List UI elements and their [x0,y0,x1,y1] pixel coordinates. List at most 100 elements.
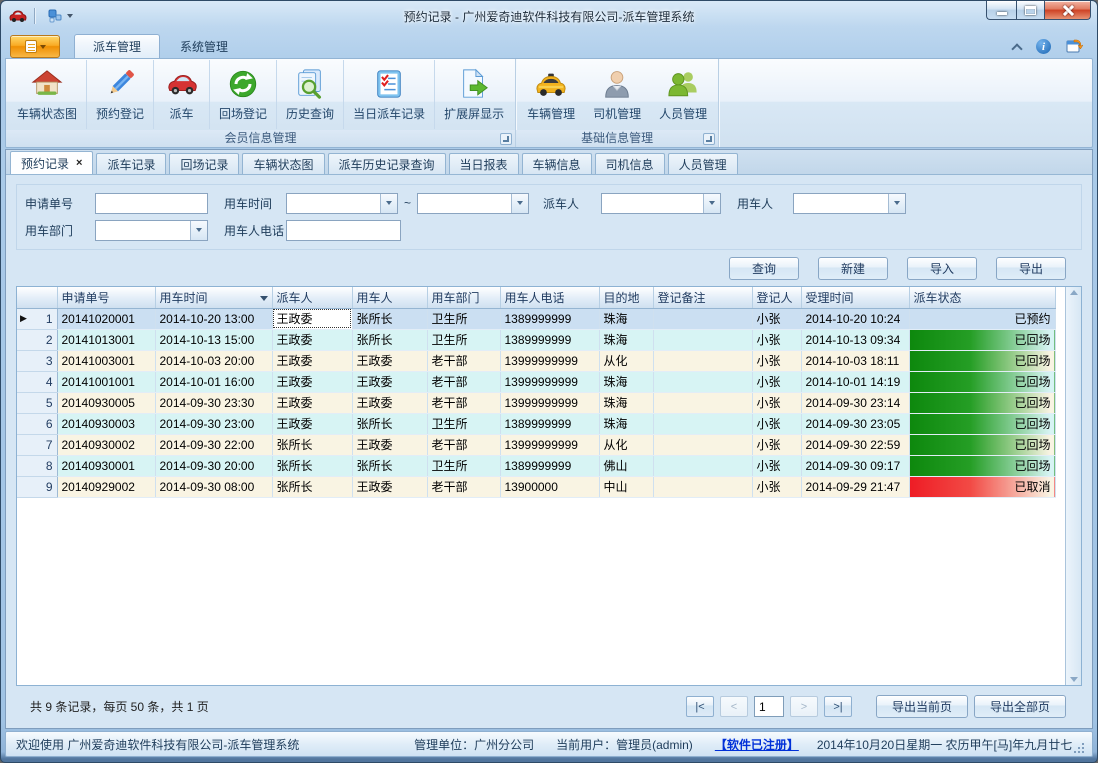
cell-phone[interactable]: 13999999999 [500,392,599,413]
column-header-remark[interactable]: 登记备注 [653,287,752,308]
query-button[interactable]: 查询 [729,257,799,280]
cell-destination[interactable]: 中山 [599,476,653,497]
cell-dispatcher[interactable]: 王政委 [272,413,352,434]
column-header-destination[interactable]: 目的地 [599,287,653,308]
cell-use_time[interactable]: 2014-09-30 22:00 [155,434,272,455]
cell-dispatcher[interactable]: 张所长 [272,455,352,476]
cell-use_time[interactable]: 2014-09-30 08:00 [155,476,272,497]
ribbon-button-red-car[interactable]: 派车 [153,60,209,129]
row-indicator-cell[interactable]: 6 [17,413,57,434]
application-menu-button[interactable] [10,35,60,58]
cell-order_no[interactable]: 20140930005 [57,392,155,413]
table-row[interactable]: ▶1201410200012014-10-20 13:00王政委张所长卫生所13… [17,308,1055,329]
cell-remark[interactable] [653,392,752,413]
dropdown-arrow-icon[interactable] [703,194,720,213]
cell-dept[interactable]: 老干部 [427,371,500,392]
cell-order_no[interactable]: 20140929002 [57,476,155,497]
cell-dept[interactable]: 卫生所 [427,455,500,476]
cell-dispatcher[interactable]: 王政委 [272,308,352,329]
resize-grip[interactable] [1072,742,1086,756]
next-page-button[interactable]: > [790,696,818,717]
cell-status[interactable]: 已回场 [909,413,1055,434]
column-header-dispatcher[interactable]: 派车人 [272,287,352,308]
table-row[interactable]: 8201409300012014-09-30 20:00张所长张所长卫生所138… [17,455,1055,476]
ribbon-button-taxi[interactable]: 车辆管理 [518,60,584,129]
license-registered-link[interactable]: 【软件已注册】 [715,736,799,753]
doc-tab-2[interactable]: 派车记录 [96,153,166,174]
export-button[interactable]: 导出 [996,257,1066,280]
row-indicator-cell[interactable]: 7 [17,434,57,455]
doc-tab-5[interactable]: 派车历史记录查询 [328,153,446,174]
column-header-registrar[interactable]: 登记人 [752,287,801,308]
dropdown-arrow-icon[interactable] [380,194,397,213]
cell-dept[interactable]: 老干部 [427,476,500,497]
cell-use_time[interactable]: 2014-10-20 13:00 [155,308,272,329]
column-header-dept[interactable]: 用车部门 [427,287,500,308]
doc-tab-6[interactable]: 当日报表 [449,153,519,174]
cell-destination[interactable]: 珠海 [599,392,653,413]
cell-order_no[interactable]: 20140930002 [57,434,155,455]
row-indicator-cell[interactable]: 3 [17,350,57,371]
doc-tab-9[interactable]: 人员管理 [668,153,738,174]
cell-status[interactable]: 已回场 [909,329,1055,350]
cell-passenger[interactable]: 张所长 [352,308,427,329]
cell-registrar[interactable]: 小张 [752,308,801,329]
cell-passenger[interactable]: 王政委 [352,476,427,497]
request-no-input[interactable] [95,193,208,214]
last-page-button[interactable]: >| [824,696,852,717]
cell-phone[interactable]: 1389999999 [500,455,599,476]
cell-accept_time[interactable]: 2014-10-03 18:11 [801,350,909,371]
cell-use_time[interactable]: 2014-09-30 23:30 [155,392,272,413]
row-indicator-cell[interactable]: 8 [17,455,57,476]
cell-remark[interactable] [653,455,752,476]
cell-order_no[interactable]: 20141020001 [57,308,155,329]
table-row[interactable]: 2201410130012014-10-13 15:00王政委张所长卫生所138… [17,329,1055,350]
dispatcher-combo[interactable] [601,193,721,214]
cell-phone[interactable]: 1389999999 [500,329,599,350]
doc-tab-7[interactable]: 车辆信息 [522,153,592,174]
ribbon-button-extend-screen[interactable]: 扩展屏显示 [434,60,513,129]
cell-dispatcher[interactable]: 王政委 [272,329,352,350]
cell-status[interactable]: 已预约 [909,308,1055,329]
row-indicator-cell[interactable]: 9 [17,476,57,497]
cell-dispatcher[interactable]: 张所长 [272,434,352,455]
cell-destination[interactable]: 珠海 [599,329,653,350]
ribbon-button-pencil[interactable]: 预约登记 [86,60,153,129]
cell-registrar[interactable]: 小张 [752,455,801,476]
column-header-phone[interactable]: 用车人电话 [500,287,599,308]
ribbon-button-history-search[interactable]: 历史查询 [276,60,343,129]
cell-status[interactable]: 已回场 [909,455,1055,476]
cell-phone[interactable]: 1389999999 [500,308,599,329]
ribbon-button-today-list[interactable]: 当日派车记录 [343,60,434,129]
cell-dept[interactable]: 卫生所 [427,308,500,329]
table-row[interactable]: 9201409290022014-09-30 08:00张所长王政委老干部139… [17,476,1055,497]
vertical-scrollbar[interactable] [1065,287,1081,685]
row-indicator-cell[interactable]: ▶1 [17,308,57,329]
cell-destination[interactable]: 从化 [599,434,653,455]
cell-dept[interactable]: 老干部 [427,392,500,413]
cell-passenger[interactable]: 张所长 [352,413,427,434]
cell-destination[interactable]: 从化 [599,350,653,371]
cell-dispatcher[interactable]: 王政委 [272,371,352,392]
minimize-button[interactable] [986,1,1016,20]
doc-tab-4[interactable]: 车辆状态图 [242,153,324,174]
cell-destination[interactable]: 珠海 [599,371,653,392]
column-header-accept_time[interactable]: 受理时间 [801,287,909,308]
cell-passenger[interactable]: 张所长 [352,329,427,350]
cell-order_no[interactable]: 20140930001 [57,455,155,476]
cell-status[interactable]: 已取消 [909,476,1055,497]
cell-remark[interactable] [653,434,752,455]
cell-accept_time[interactable]: 2014-10-13 09:34 [801,329,909,350]
cell-status[interactable]: 已回场 [909,392,1055,413]
cell-status[interactable]: 已回场 [909,371,1055,392]
phone-input[interactable] [286,220,401,241]
cell-dept[interactable]: 卫生所 [427,329,500,350]
cell-order_no[interactable]: 20140930003 [57,413,155,434]
row-indicator-cell[interactable]: 5 [17,392,57,413]
ribbon-tab-dispatch[interactable]: 派车管理 [74,34,160,58]
ribbon-tab-system[interactable]: 系统管理 [162,34,246,58]
table-row[interactable]: 5201409300052014-09-30 23:30王政委王政委老干部139… [17,392,1055,413]
quick-access-icon[interactable] [48,9,62,23]
prev-page-button[interactable]: < [720,696,748,717]
cell-phone[interactable]: 13999999999 [500,371,599,392]
